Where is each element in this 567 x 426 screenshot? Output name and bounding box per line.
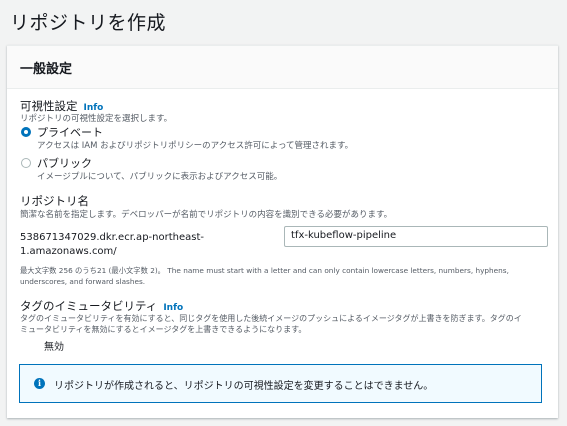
- radio-public-description: イメージプルについて、パブリックに表示およびアクセス可能。: [37, 172, 283, 182]
- panel-title: 一般設定: [20, 62, 73, 77]
- immutability-description-line2: ミュータビリティを無効にするとイメージタグを上書きできるようになります。: [20, 325, 307, 334]
- radio-public-label[interactable]: パブリック: [37, 155, 92, 171]
- info-icon: i: [34, 378, 45, 389]
- repo-name-hint-line1: 最大文字数 256 のうち21 (最小文字数 2)。 The name must…: [20, 266, 509, 275]
- visibility-info-alert: i リポジトリが作成されると、リポジトリの可視性設定を変更することはできません。: [19, 364, 542, 403]
- radio-private-description: アクセスは IAM およびリポジトリポリシーのアクセス許可によって管理されます。: [37, 141, 354, 151]
- repo-name-input[interactable]: tfx-kubeflow-pipeline: [284, 226, 548, 247]
- visibility-label: 可視性設定: [20, 99, 78, 113]
- repo-uri-prefix: 538671347029.dkr.ecr.ap-northeast- 1.ama…: [20, 231, 204, 259]
- repo-name-hint-line2: underscores, and forward slashes.: [20, 277, 146, 286]
- immutability-description: タグのイミュータビリティを有効にすると、同じタグを使用した後続イメージのプッシュ…: [20, 313, 522, 335]
- repo-uri-prefix-line2: 1.amazonaws.com/: [20, 246, 117, 257]
- repo-name-hint: 最大文字数 256 のうち21 (最小文字数 2)。 The name must…: [20, 265, 509, 287]
- visibility-description: リポジトリの可視性設定を選択します。: [20, 114, 173, 124]
- radio-private[interactable]: [21, 127, 31, 137]
- radio-private-label[interactable]: プライベート: [37, 124, 103, 140]
- immutability-description-line1: タグのイミュータビリティを有効にすると、同じタグを使用した後続イメージのプッシュ…: [20, 314, 522, 323]
- radio-public[interactable]: [21, 158, 31, 168]
- immutability-info-link[interactable]: Info: [163, 303, 183, 313]
- alert-text: リポジトリが作成されると、リポジトリの可視性設定を変更することはできません。: [54, 381, 434, 392]
- immutability-section: タグのイミュータビリティ Info: [20, 298, 183, 314]
- page-title: リポジトリを作成: [10, 12, 167, 34]
- immutability-label: タグのイミュータビリティ: [20, 299, 158, 313]
- repo-uri-prefix-line1: 538671347029.dkr.ecr.ap-northeast-: [20, 232, 204, 243]
- immutability-toggle-label: 無効: [44, 342, 64, 353]
- repo-name-description: 簡潔な名前を指定します。デベロッパーが名前でリポジトリの内容を識別できる必要があ…: [20, 210, 393, 220]
- general-settings-panel: 一般設定 可視性設定 Info リポジトリの可視性設定を選択します。 プライベート…: [7, 45, 558, 418]
- panel-header: [7, 46, 558, 89]
- repo-name-label: リポジトリ名: [20, 194, 89, 208]
